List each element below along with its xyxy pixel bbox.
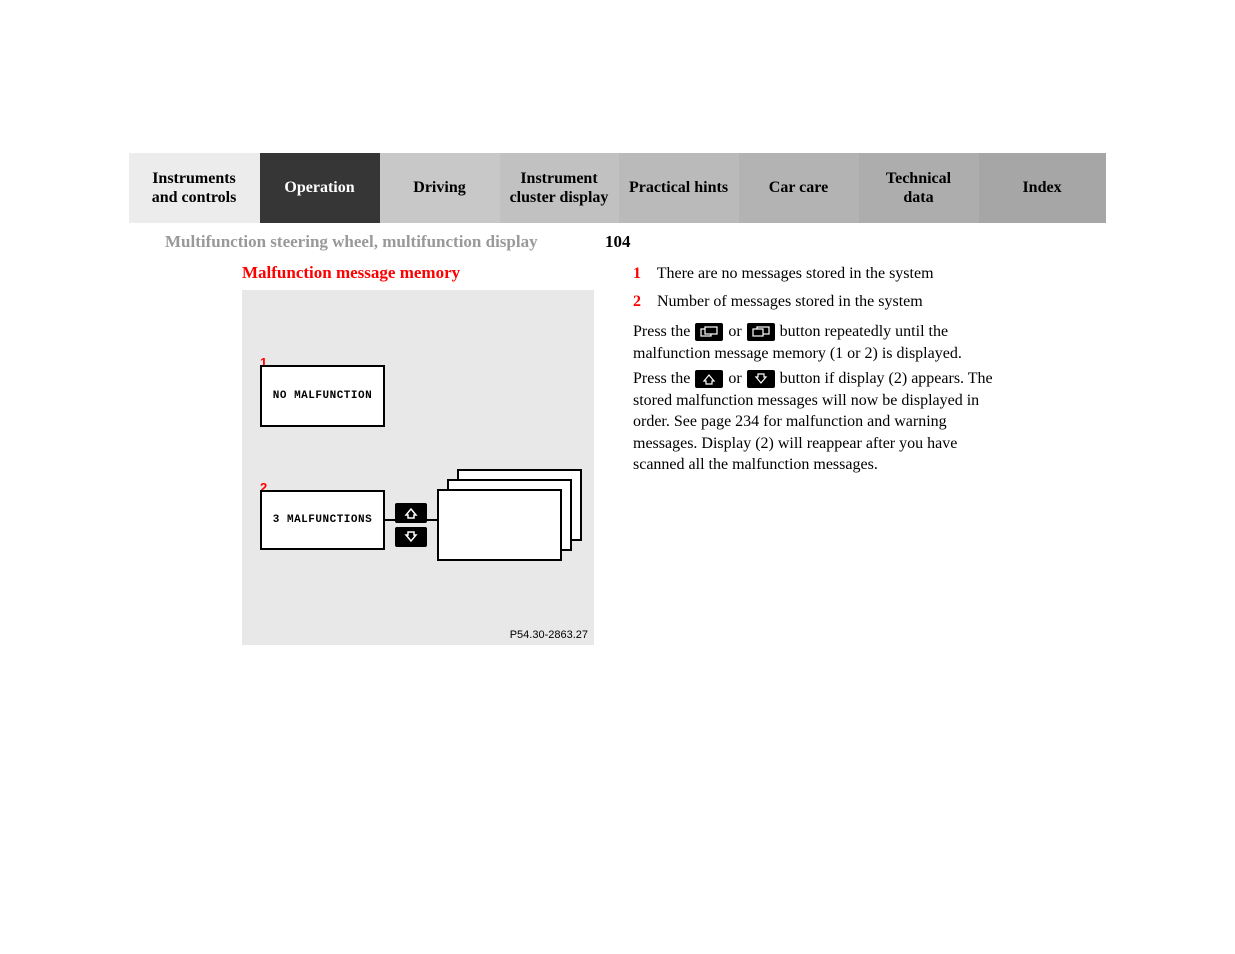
page: Instrumentsand controlsOperationDrivingI… bbox=[0, 0, 1235, 954]
display-panel-1-text: NO MALFUNCTION bbox=[262, 390, 383, 402]
system-prev-button-icon bbox=[695, 323, 723, 341]
legend-text-1: There are no messages stored in the syst… bbox=[657, 265, 934, 282]
nav-tab-driving[interactable]: Driving bbox=[380, 153, 500, 223]
page-number: 104 bbox=[605, 232, 631, 252]
section-title: Malfunction message memory bbox=[242, 263, 460, 283]
nav-tabbar: Instrumentsand controlsOperationDrivingI… bbox=[129, 153, 1106, 223]
scroll-up-button-icon bbox=[395, 503, 427, 523]
display-panel-2-text: 3 MALFUNCTIONS bbox=[262, 514, 383, 526]
nav-tab-instruments-and-controls[interactable]: Instrumentsand controls bbox=[129, 153, 260, 223]
scroll-up-button-icon-inline bbox=[695, 370, 723, 388]
nav-tab-operation[interactable]: Operation bbox=[260, 153, 380, 223]
figure-label: P54.30-2863.27 bbox=[510, 629, 588, 641]
connector-line bbox=[385, 519, 395, 521]
legend-num-1: 1 bbox=[633, 263, 653, 285]
nav-tab-index[interactable]: Index bbox=[979, 153, 1106, 223]
paragraph-2: Press the or button if display (2) appea… bbox=[633, 368, 993, 476]
system-next-button-icon bbox=[747, 323, 775, 341]
legend-text-2: Number of messages stored in the system bbox=[657, 293, 923, 310]
legend-item-2: 2 Number of messages stored in the syste… bbox=[633, 291, 923, 313]
paragraph-1: Press the or button repeatedly until the… bbox=[633, 321, 993, 364]
figure-malfunction-memory: 1 NO MALFUNCTION 2 3 MALFUNCTIONS P54. bbox=[242, 290, 594, 645]
p1-a: Press the bbox=[633, 323, 694, 340]
nav-tab-instrument-cluster-display[interactable]: Instrumentcluster display bbox=[500, 153, 619, 223]
connector-line-2 bbox=[427, 519, 437, 521]
scroll-down-button-icon-inline bbox=[747, 370, 775, 388]
legend-item-1: 1 There are no messages stored in the sy… bbox=[633, 263, 934, 285]
nav-tab-practical-hints[interactable]: Practical hints bbox=[619, 153, 739, 223]
nav-tab-car-care[interactable]: Car care bbox=[739, 153, 859, 223]
scroll-down-button-icon bbox=[395, 527, 427, 547]
display-panel-2: 3 MALFUNCTIONS bbox=[260, 490, 385, 550]
legend-num-2: 2 bbox=[633, 291, 653, 313]
stack-panel-front bbox=[437, 489, 562, 561]
p1-b: or bbox=[728, 323, 745, 340]
running-head: Multifunction steering wheel, multifunct… bbox=[165, 232, 538, 252]
p2-a: Press the bbox=[633, 370, 694, 387]
p2-b: or bbox=[728, 370, 745, 387]
display-panel-1: NO MALFUNCTION bbox=[260, 365, 385, 427]
nav-tab-technical-data[interactable]: Technicaldata bbox=[859, 153, 979, 223]
